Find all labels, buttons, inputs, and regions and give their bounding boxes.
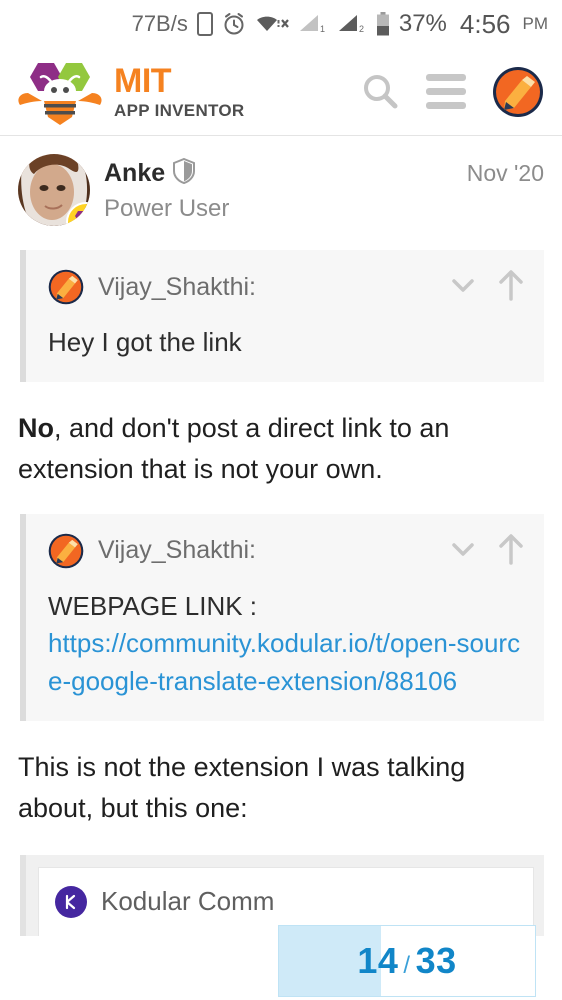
page-current: 14 bbox=[357, 940, 399, 981]
post-date: Nov '20 bbox=[466, 160, 544, 186]
signal-1-icon: 1 bbox=[298, 13, 328, 35]
svg-text:1: 1 bbox=[320, 24, 325, 34]
quote-controls bbox=[448, 532, 526, 571]
author-title: Power User bbox=[104, 195, 230, 222]
link-preview-title: Kodular Comm bbox=[101, 886, 275, 917]
search-icon[interactable] bbox=[360, 72, 400, 112]
quote-author-name[interactable]: Vijay_Shakthi: bbox=[98, 273, 256, 302]
battery-icon bbox=[376, 12, 390, 36]
battery-percent-label: 37% bbox=[398, 10, 447, 37]
post-container: Anke Power User Nov '20 Vijay_Shakthi: H… bbox=[0, 136, 562, 936]
post-paragraph: This is not the extension I was talking … bbox=[18, 747, 544, 829]
quote-block: Vijay_Shakthi: WEBPAGE LINK : https://co… bbox=[20, 513, 544, 721]
quote-header: Vijay_Shakthi: bbox=[48, 530, 528, 572]
network-speed-label: 77B/s bbox=[131, 11, 188, 36]
user-avatar-pencil-icon[interactable] bbox=[48, 533, 84, 569]
post-header: Anke Power User Nov '20 bbox=[18, 154, 544, 226]
phone-screen: 77B/s 1 2 37% 4:56 PM MIT APP INVENTOR A… bbox=[0, 0, 562, 1000]
clock-ampm: PM bbox=[522, 14, 549, 33]
svg-text:2: 2 bbox=[359, 24, 364, 34]
author-name[interactable]: Anke bbox=[104, 159, 165, 188]
arrow-up-icon[interactable] bbox=[496, 268, 526, 307]
signal-2-icon: 2 bbox=[337, 13, 367, 35]
header-actions bbox=[360, 66, 544, 118]
quote-header: Vijay_Shakthi: bbox=[48, 266, 528, 308]
link-preview-card[interactable]: Kodular Comm bbox=[20, 854, 544, 936]
paragraph-bold-lead: No bbox=[18, 412, 54, 443]
phone-icon bbox=[196, 12, 213, 36]
app-header: MIT APP INVENTOR bbox=[0, 48, 562, 136]
quote-controls bbox=[448, 268, 526, 307]
paragraph-rest: This is not the extension I was talking … bbox=[18, 751, 466, 823]
brand-wordmark: MIT APP INVENTOR bbox=[114, 64, 245, 119]
chevron-down-icon[interactable] bbox=[448, 534, 478, 569]
user-avatar-pencil-icon[interactable] bbox=[492, 66, 544, 118]
quote-external-link[interactable]: https://community.kodular.io/t/open-sour… bbox=[48, 628, 520, 696]
brand-mit-label: MIT bbox=[114, 62, 172, 100]
hamburger-menu-icon[interactable] bbox=[426, 74, 466, 109]
quote-label: WEBPAGE LINK : bbox=[48, 590, 258, 621]
quote-author-name[interactable]: Vijay_Shakthi: bbox=[98, 536, 256, 565]
app-inventor-bee-icon bbox=[14, 59, 106, 125]
quote-text: Hey I got the link bbox=[48, 327, 242, 357]
quote-text-with-link: WEBPAGE LINK : https://community.kodular… bbox=[48, 588, 528, 701]
user-avatar-pencil-icon[interactable] bbox=[48, 269, 84, 305]
page-total: 33 bbox=[415, 940, 457, 981]
paragraph-rest: , and don't post a direct link to an ext… bbox=[18, 412, 450, 484]
post-paragraph: No, and don't post a direct link to an e… bbox=[18, 408, 544, 490]
kodular-community-icon bbox=[55, 885, 87, 918]
brand-appinventor-label: APP INVENTOR bbox=[114, 101, 245, 120]
page-indicator-label: 14/33 bbox=[357, 940, 456, 982]
alarm-clock-icon bbox=[222, 12, 246, 36]
chevron-down-icon[interactable] bbox=[448, 270, 478, 305]
status-bar: 77B/s 1 2 37% 4:56 PM bbox=[0, 0, 562, 48]
page-indicator[interactable]: 14/33 bbox=[278, 925, 536, 997]
quote-block: Vijay_Shakthi: Hey I got the link bbox=[20, 250, 544, 382]
wifi-off-icon bbox=[255, 13, 289, 35]
arrow-up-icon[interactable] bbox=[496, 532, 526, 571]
avatar[interactable] bbox=[18, 154, 90, 226]
shield-icon bbox=[173, 157, 196, 189]
clock-time: 4:56 bbox=[459, 8, 511, 39]
page-separator: / bbox=[403, 952, 411, 979]
brand-logo[interactable]: MIT APP INVENTOR bbox=[14, 59, 245, 125]
